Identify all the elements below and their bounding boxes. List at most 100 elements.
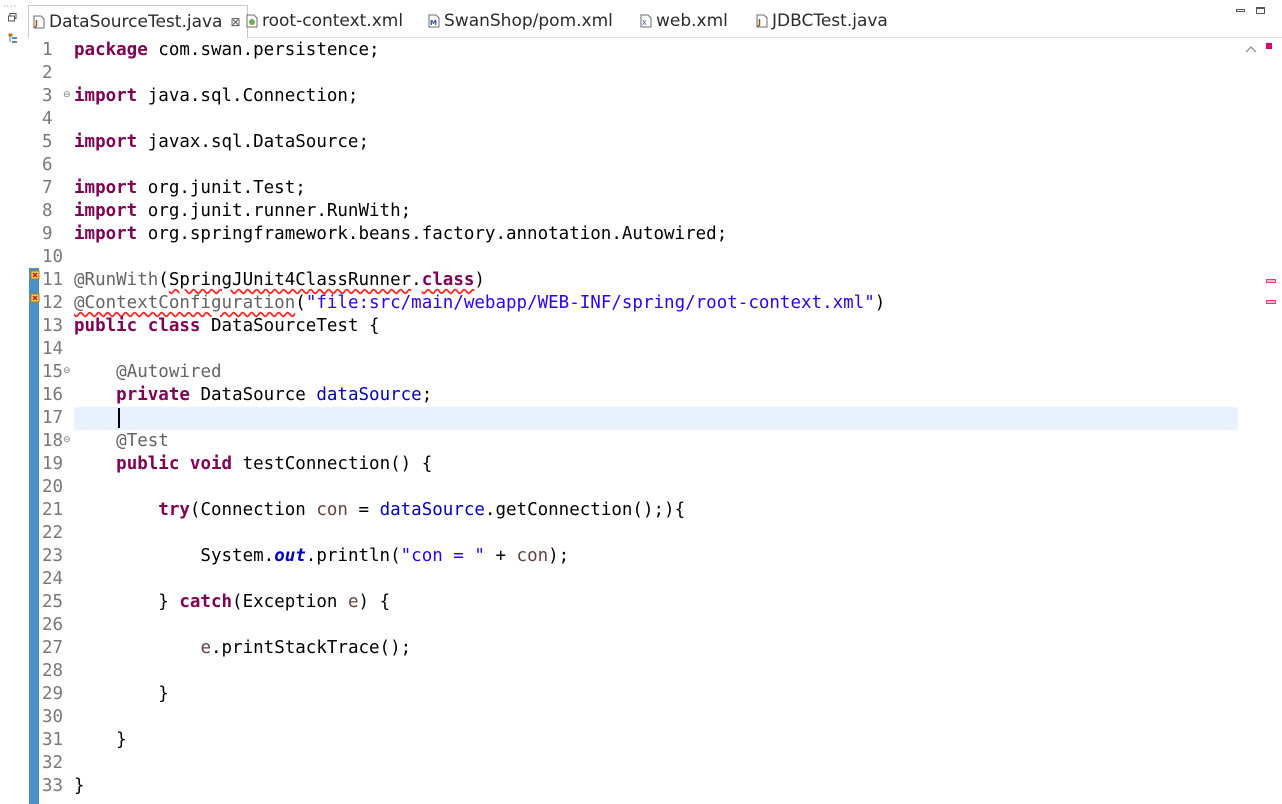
svg-text:J: J [34, 19, 38, 28]
vertical-ruler [28, 38, 40, 804]
line-number: 10 [42, 247, 64, 267]
fold-toggle-icon[interactable]: ⊖ [63, 366, 71, 376]
line-number: 25 [42, 592, 64, 612]
code-line[interactable]: } [74, 729, 1266, 752]
spring-xml-icon [246, 14, 258, 28]
line-number: 9 [42, 224, 53, 244]
tab-label: JDBCTest.java [772, 11, 888, 31]
scroll-up-icon[interactable] [1244, 44, 1258, 54]
fold-toggle-icon[interactable]: ⊖ [63, 435, 71, 445]
line-number: 24 [42, 569, 64, 589]
text-caret [118, 408, 120, 428]
editor-tab-bar: J DataSourceTest.java ⊠ root-context.xml… [28, 0, 1282, 39]
code-line[interactable] [74, 660, 1266, 683]
svg-text:J: J [757, 18, 761, 27]
error-marker-icon[interactable] [30, 293, 40, 303]
minimize-icon[interactable] [1236, 6, 1246, 16]
line-number: 27 [42, 638, 64, 658]
line-number: 20 [42, 477, 64, 497]
vertical-scrollbar[interactable] [1238, 38, 1268, 804]
code-line[interactable]: public void testConnection() { [74, 453, 1266, 476]
line-number: 13 [42, 316, 64, 336]
line-number: 14 [42, 339, 64, 359]
line-number: 22 [42, 523, 64, 543]
tab-web-xml[interactable]: X web.xml [640, 8, 728, 34]
code-line[interactable]: import javax.sql.DataSource; [74, 131, 1266, 154]
code-line[interactable]: @RunWith(SpringJUnit4ClassRunner.class) [74, 269, 1266, 292]
fold-toggle-icon[interactable]: ⊖ [63, 90, 71, 100]
overview-error-mark[interactable] [1266, 279, 1276, 283]
tab-label: DataSourceTest.java [49, 12, 223, 32]
code-line[interactable]: } [74, 683, 1266, 706]
code-line[interactable] [74, 338, 1266, 361]
line-number: 33 [42, 776, 64, 796]
code-line[interactable]: private DataSource dataSource; [74, 384, 1266, 407]
code-line[interactable]: try(Connection con = dataSource.getConne… [74, 499, 1266, 522]
line-number: 16 [42, 385, 64, 405]
maximize-icon[interactable] [1256, 6, 1266, 16]
svg-text:X: X [642, 19, 647, 27]
line-number: 6 [42, 155, 53, 175]
tab-swanshop-pom-xml[interactable]: M SwanShop/pom.xml [428, 8, 613, 34]
close-tab-icon[interactable]: ⊠ [230, 15, 240, 29]
code-line[interactable]: import org.junit.runner.RunWith; [74, 200, 1266, 223]
code-line[interactable]: @Test [74, 430, 1266, 453]
code-line[interactable] [74, 568, 1266, 591]
code-line[interactable] [74, 246, 1266, 269]
line-number: 30 [42, 707, 64, 727]
line-number: 8 [42, 201, 53, 221]
code-line[interactable] [74, 62, 1266, 85]
code-line[interactable]: import org.junit.Test; [74, 177, 1266, 200]
java-editor[interactable]: 1 2 3 ⊖ 4 5 6 7 8 9 10 11 12 13 14 15 ⊖ 16 17 18 ⊖ 19 20 21 22 23… [28, 38, 1266, 804]
code-line[interactable] [74, 522, 1266, 545]
line-number: 7 [42, 178, 53, 198]
code-line[interactable]: public class DataSourceTest { [74, 315, 1266, 338]
line-number: 32 [42, 753, 64, 773]
code-line[interactable]: System.out.println("con = " + con); [74, 545, 1266, 568]
line-number: 26 [42, 615, 64, 635]
xml-file-icon: X [640, 14, 652, 28]
line-number-gutter[interactable]: 1 2 3 ⊖ 4 5 6 7 8 9 10 11 12 13 14 15 ⊖ 16 17 18 ⊖ 19 20 21 22 23… [40, 38, 74, 804]
line-number: 23 [42, 546, 64, 566]
code-line[interactable]: @ContextConfiguration("file:src/main/web… [74, 292, 1266, 315]
code-line[interactable]: } [74, 775, 1266, 798]
tab-label: SwanShop/pom.xml [444, 11, 613, 31]
line-number: 31 [42, 730, 64, 750]
code-line[interactable] [74, 706, 1266, 729]
line-number: 12 [42, 293, 64, 313]
code-line[interactable] [74, 108, 1266, 131]
outline-view-icon[interactable] [8, 33, 18, 44]
code-line[interactable] [74, 614, 1266, 637]
code-area[interactable]: package com.swan.persistence; import java… [74, 38, 1266, 804]
error-summary-indicator[interactable] [1266, 43, 1272, 49]
line-number: 1 [42, 40, 53, 60]
overview-ruler[interactable] [1266, 38, 1282, 804]
tab-datasourcetest-java[interactable]: J DataSourceTest.java ⊠ [28, 5, 248, 39]
code-line[interactable]: import java.sql.Connection; [74, 85, 1266, 108]
error-marker-icon[interactable] [30, 270, 40, 280]
overview-error-mark[interactable] [1266, 300, 1276, 304]
code-line[interactable] [74, 476, 1266, 499]
code-line[interactable]: } catch(Exception e) { [74, 591, 1266, 614]
java-file-icon: J [33, 15, 45, 29]
code-line[interactable]: e.printStackTrace(); [74, 637, 1266, 660]
code-line[interactable] [74, 752, 1266, 775]
code-line[interactable]: @Autowired [74, 361, 1266, 384]
line-number: 21 [42, 500, 64, 520]
trim-handle-icon[interactable]: ···· [3, 2, 17, 11]
java-file-icon: J [756, 14, 768, 28]
tab-jdbctest-java[interactable]: J JDBCTest.java [756, 8, 888, 34]
tab-label: root-context.xml [262, 11, 404, 31]
code-line[interactable] [74, 154, 1266, 177]
line-number: 29 [42, 684, 64, 704]
quick-diff-bar [29, 38, 39, 804]
restore-icon[interactable] [8, 13, 17, 22]
line-number: 28 [42, 661, 64, 681]
svg-text:M: M [430, 19, 437, 27]
left-trim-bar: ···· [0, 0, 29, 804]
code-line[interactable]: import org.springframework.beans.factory… [74, 223, 1266, 246]
code-line[interactable]: package com.swan.persistence; [74, 39, 1266, 62]
maven-pom-icon: M [428, 14, 440, 28]
code-line[interactable] [74, 407, 1266, 430]
tab-root-context-xml[interactable]: root-context.xml [246, 8, 403, 34]
